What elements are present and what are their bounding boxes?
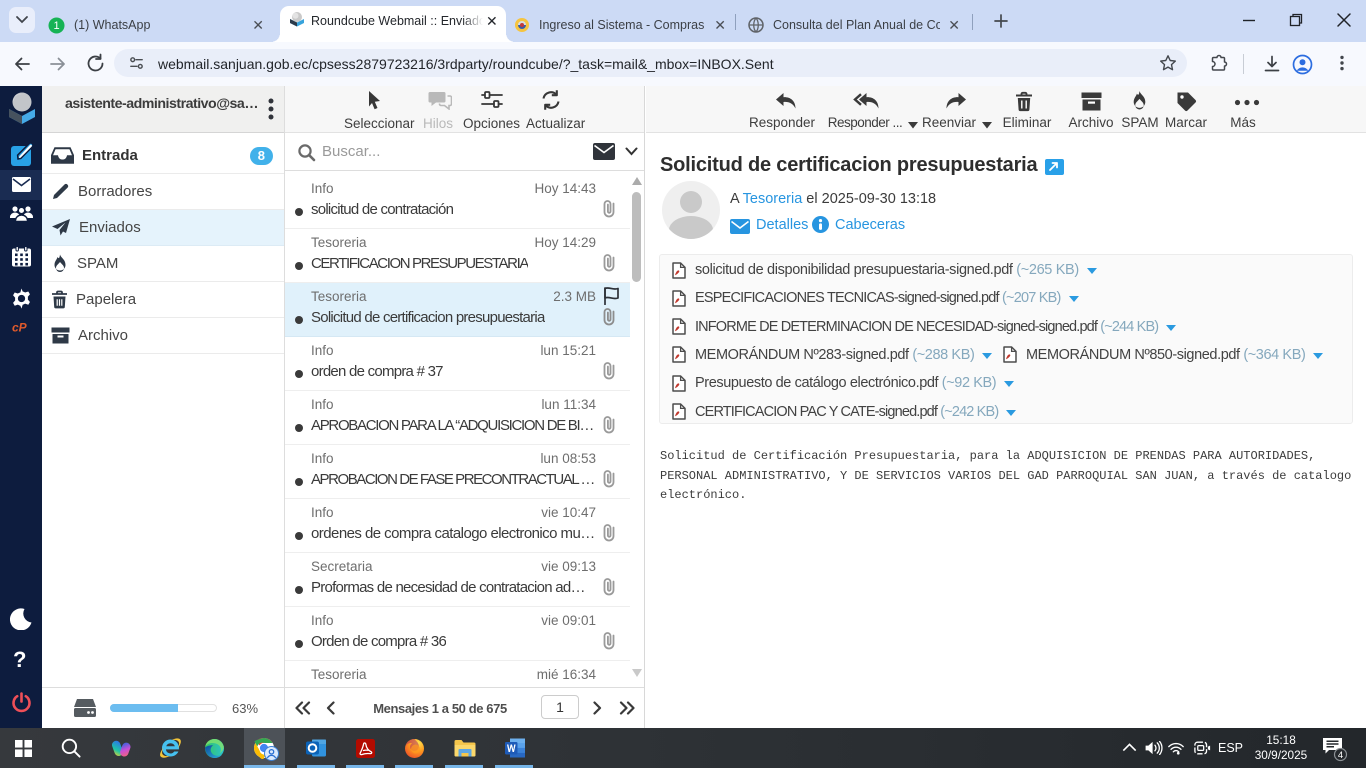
svg-text:4: 4 (1338, 750, 1343, 761)
svg-text:cP: cP (12, 321, 28, 334)
svg-text:1: 1 (53, 20, 59, 32)
